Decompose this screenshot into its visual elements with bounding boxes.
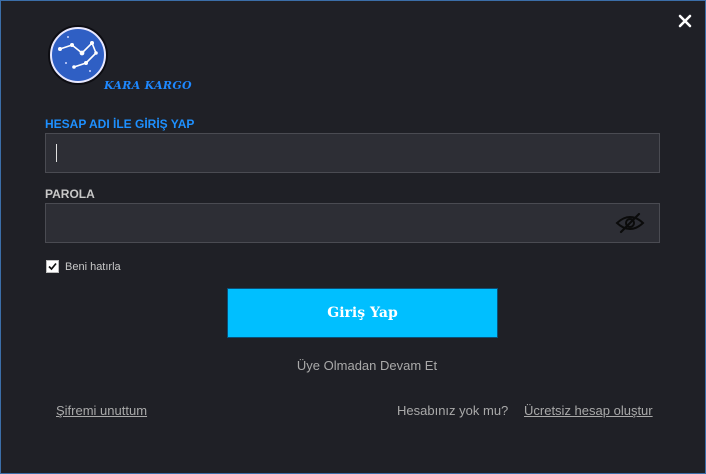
no-account-text: Hesabınız yok mu? — [397, 403, 509, 418]
checkbox-box[interactable] — [46, 260, 59, 273]
username-label: HESAP ADI İLE GİRİŞ YAP — [45, 117, 195, 131]
close-icon[interactable] — [677, 13, 693, 29]
remember-me-checkbox[interactable]: Beni hatırla — [46, 260, 121, 273]
constellation-logo-icon — [46, 23, 110, 87]
brand-name: KARA KARGO — [104, 79, 192, 92]
text-caret — [56, 144, 57, 162]
login-button[interactable]: Giriş Yap — [227, 288, 498, 338]
eye-slash-icon[interactable] — [615, 212, 645, 234]
signup-link[interactable]: Ücretsiz hesap oluştur — [524, 403, 653, 418]
password-input[interactable] — [56, 204, 616, 242]
password-field[interactable] — [45, 203, 660, 243]
remember-me-label: Beni hatırla — [65, 260, 121, 273]
forgot-password-link[interactable]: Şifremi unuttum — [56, 403, 147, 418]
check-icon — [48, 262, 57, 271]
username-input[interactable] — [56, 134, 616, 172]
login-window: KARA KARGO HESAP ADI İLE GİRİŞ YAP PAROL… — [0, 0, 706, 474]
username-field[interactable] — [45, 133, 660, 173]
continue-as-guest-link[interactable]: Üye Olmadan Devam Et — [1, 358, 706, 373]
password-label: PAROLA — [45, 187, 95, 201]
